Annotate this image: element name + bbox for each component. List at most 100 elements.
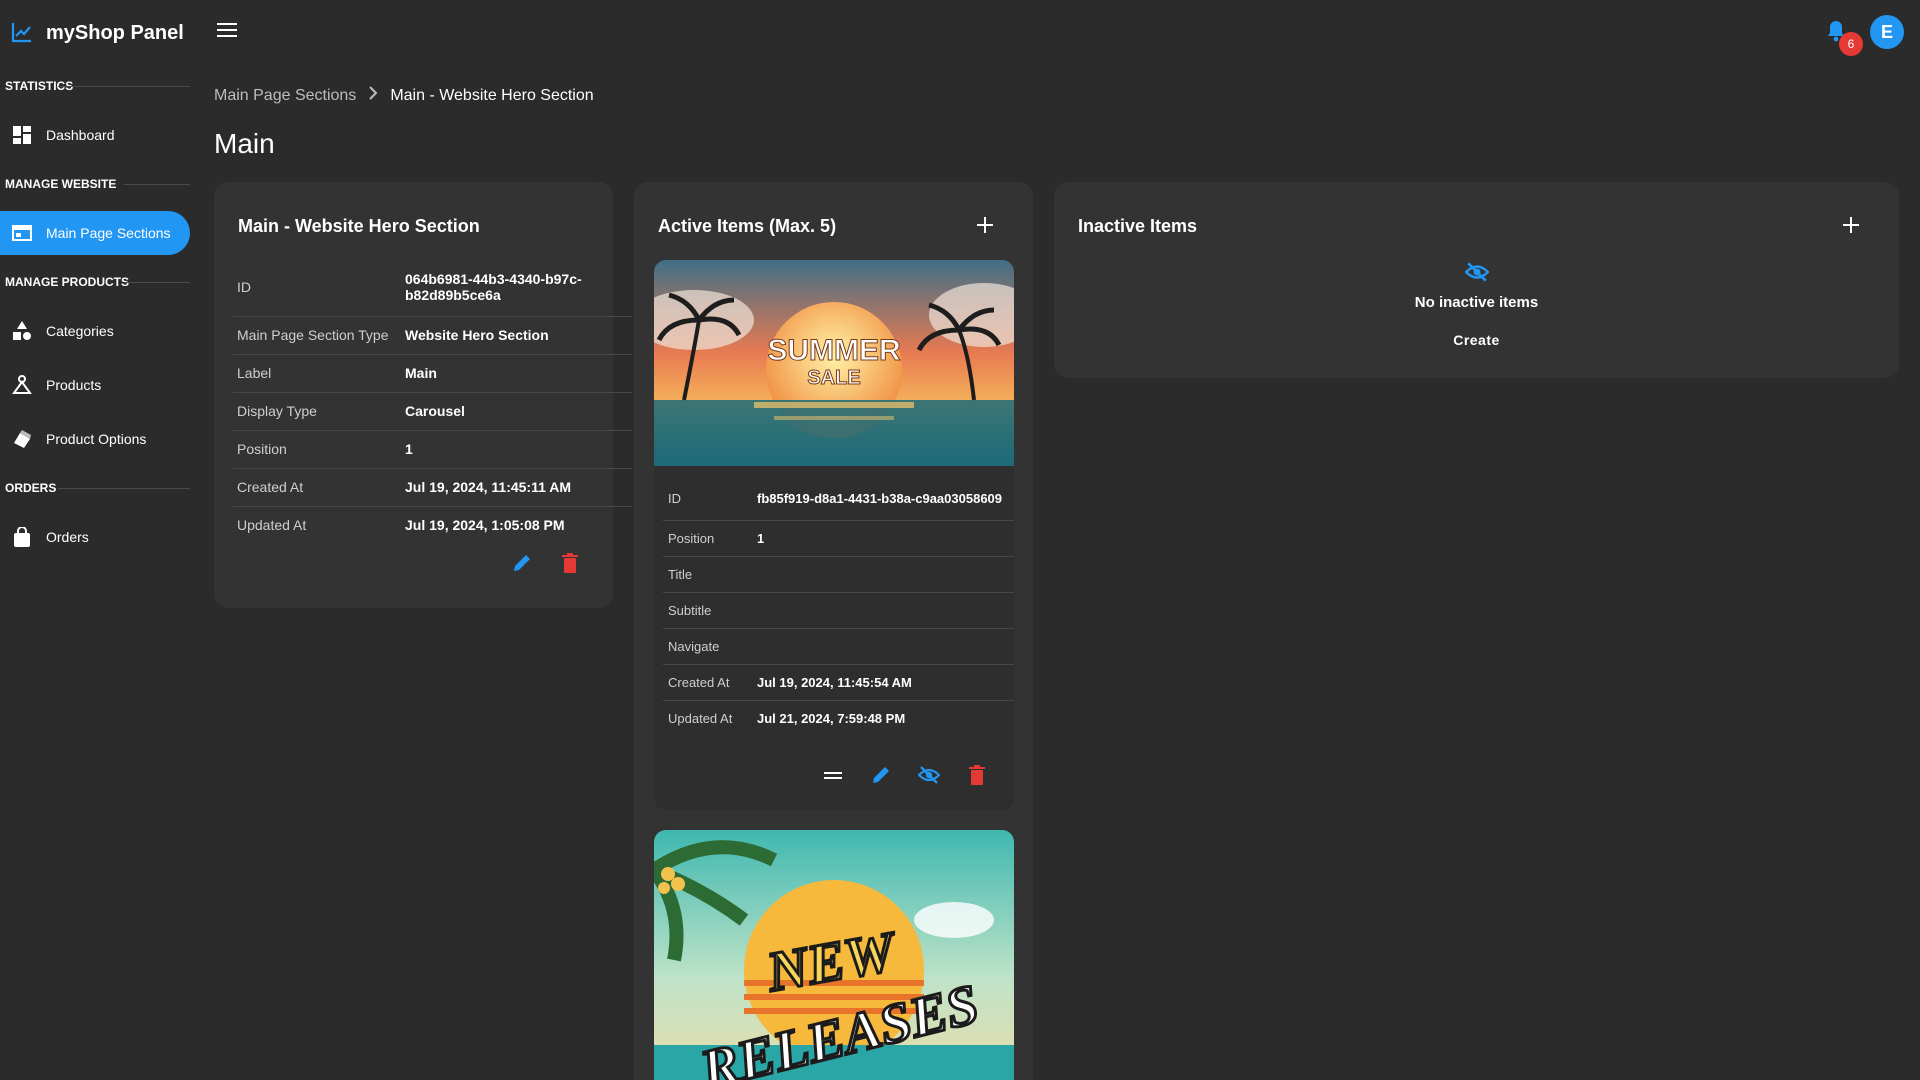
row-value	[757, 556, 1014, 593]
breadcrumb-current: Main - Website Hero Section	[390, 86, 594, 104]
row-key: Position	[663, 520, 757, 557]
edit-item-button[interactable]	[869, 764, 893, 788]
sidebar-item-products[interactable]: Products	[0, 358, 190, 412]
hamburger-menu-icon	[217, 22, 237, 41]
breadcrumb-parent-link[interactable]: Main Page Sections	[214, 87, 356, 105]
divider	[124, 184, 190, 185]
banner-text-summer: SUMMER	[767, 334, 901, 367]
table-row: Navigate	[663, 628, 1014, 665]
dashboard-icon	[12, 125, 32, 145]
inactive-items-card: Inactive Items No inactive items Create	[1054, 182, 1899, 378]
row-value: Jul 21, 2024, 7:59:48 PM	[757, 710, 906, 726]
active-item-details-table: ID fb85f919-d8a1-4431-b38a-c9aa03058609 P…	[663, 478, 1014, 736]
sidebar-heading-manage-website: MANAGE WEBSITE	[0, 162, 190, 206]
row-value: Carousel	[405, 392, 632, 431]
empty-state-text: No inactive items	[1414, 294, 1539, 311]
pencil-icon	[512, 553, 532, 576]
sidebar-item-label: Products	[46, 377, 102, 393]
sidebar-item-dashboard[interactable]: Dashboard	[0, 108, 190, 162]
row-value	[757, 628, 1014, 665]
sidebar-item-categories[interactable]: Categories	[0, 304, 190, 358]
sidebar-heading-label: ORDERS	[5, 481, 57, 495]
drag-handle-button[interactable]	[821, 764, 845, 788]
sidebar-item-label: Orders	[46, 529, 89, 545]
row-key: Created At	[233, 468, 405, 507]
delete-item-button[interactable]	[965, 764, 989, 788]
page-title: Main	[214, 128, 275, 159]
row-value	[757, 592, 1014, 629]
table-row: Updated At Jul 19, 2024, 1:05:08 PM	[233, 506, 632, 544]
products-icon	[12, 375, 32, 395]
table-row: Main Page Section Type Website Hero Secti…	[233, 316, 632, 355]
trash-icon	[562, 552, 578, 576]
row-value: Jul 19, 2024, 1:05:08 PM	[405, 517, 565, 534]
create-inactive-item-button[interactable]: Create	[1054, 332, 1899, 348]
row-key: Updated At	[668, 710, 733, 726]
table-row: Created At Jul 19, 2024, 11:45:54 AM	[663, 664, 1014, 701]
categories-icon	[12, 321, 32, 341]
add-inactive-item-button[interactable]	[1842, 216, 1860, 234]
drag-handle-icon	[824, 768, 842, 784]
row-key: Navigate	[663, 628, 757, 665]
row-key: Subtitle	[663, 592, 757, 629]
sidebar-item-label: Dashboard	[46, 127, 115, 143]
active-items-title: Active Items (Max. 5)	[658, 216, 837, 236]
delete-section-button[interactable]	[558, 552, 582, 576]
sidebar-heading-statistics: STATISTICS	[0, 64, 190, 108]
user-avatar[interactable]: E	[1870, 15, 1904, 49]
chevron-right-icon	[368, 86, 378, 105]
row-value: 1	[757, 520, 1014, 557]
sidebar-heading-label: MANAGE PRODUCTS	[5, 275, 130, 289]
table-row: Position 1	[663, 520, 1014, 557]
sidebar-item-label: Product Options	[46, 431, 147, 447]
breadcrumb: Main Page Sections Main - Website Hero S…	[214, 86, 594, 105]
row-key: Main Page Section Type	[233, 316, 405, 355]
brand-name: myShop Panel	[46, 22, 184, 44]
table-row: Display Type Carousel	[233, 392, 632, 431]
table-row: Created At Jul 19, 2024, 11:45:11 AM	[233, 468, 632, 507]
visibility-off-icon	[1464, 262, 1490, 285]
deactivate-item-button[interactable]	[917, 764, 941, 788]
table-row: Position 1	[233, 430, 632, 469]
trending-up-icon	[10, 20, 34, 47]
row-value: Website Hero Section	[405, 316, 632, 355]
visibility-off-icon	[917, 765, 941, 787]
add-active-item-button[interactable]	[976, 216, 994, 234]
row-value: fb85f919-d8a1-4431-b38a-c9aa03058609	[757, 478, 1014, 521]
pencil-icon	[871, 765, 891, 788]
shopping-bag-icon	[12, 527, 32, 547]
divider	[58, 488, 190, 489]
divider	[58, 86, 190, 87]
row-key: Label	[233, 354, 405, 393]
hero-section-title: Main - Website Hero Section	[238, 216, 480, 236]
sidebar-item-product-options[interactable]: Product Options	[0, 412, 190, 466]
summer-sale-banner-image[interactable]: SUMMER SALE	[654, 260, 1014, 466]
new-releases-banner-image[interactable]: NEW RELEASES	[654, 830, 1014, 1080]
sidebar-item-main-page-sections[interactable]: Main Page Sections	[0, 211, 190, 255]
sidebar-heading-label: MANAGE WEBSITE	[5, 177, 117, 191]
table-row: ID 064b6981-44b3-4340-b97c-b82d89b5ce6a	[233, 258, 632, 317]
row-key: Created At	[663, 664, 757, 701]
row-key: Updated At	[237, 517, 307, 534]
sidebar-item-label: Categories	[46, 323, 114, 339]
row-key: Display Type	[233, 392, 405, 431]
inactive-items-title: Inactive Items	[1078, 216, 1198, 236]
banner-text-sale: SALE	[807, 367, 860, 389]
sidebar-item-label: Main Page Sections	[46, 225, 171, 241]
table-row: Updated At Jul 21, 2024, 7:59:48 PM	[663, 700, 1014, 736]
row-value: Jul 19, 2024, 11:45:11 AM	[405, 468, 632, 507]
row-key: ID	[663, 478, 757, 521]
row-key: Title	[663, 556, 757, 593]
table-row: Title	[663, 556, 1014, 593]
top-app-bar: myShop Panel 6 E	[0, 0, 1920, 64]
edit-section-button[interactable]	[510, 552, 534, 576]
menu-toggle-button[interactable]	[216, 20, 238, 42]
web-sections-icon	[12, 223, 32, 243]
row-value: Main	[405, 354, 632, 393]
notifications-badge: 6	[1839, 32, 1863, 56]
row-key: Position	[233, 430, 405, 469]
trash-icon	[969, 764, 985, 788]
brand[interactable]: myShop Panel	[10, 20, 184, 47]
hero-section-card: Main - Website Hero Section ID 064b6981-4…	[214, 182, 632, 608]
sidebar-item-orders[interactable]: Orders	[0, 510, 190, 564]
